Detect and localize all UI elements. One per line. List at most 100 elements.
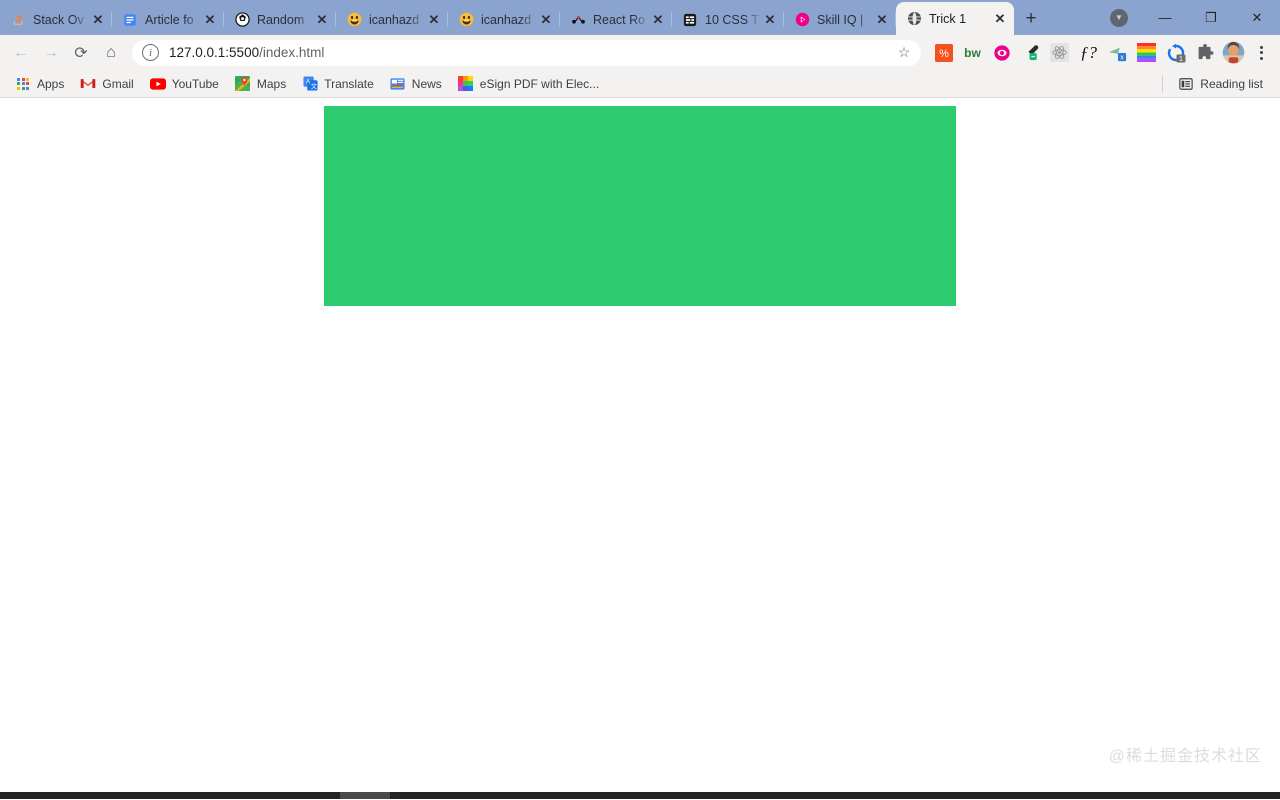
new-tab-button[interactable]: +: [1014, 3, 1048, 33]
browser-tab-strip: Stack Ov ✕ Article fo ✕ Random ✕ icanhaz…: [0, 0, 1280, 35]
watermark-text: @稀土掘金技术社区: [1108, 748, 1262, 765]
tab-title: Skill IQ |: [817, 12, 864, 27]
home-button[interactable]: ⌂: [96, 38, 126, 68]
close-window-button[interactable]: ✕: [1234, 2, 1280, 34]
bookmark-translate[interactable]: A文 Translate: [295, 73, 381, 95]
svg-text:x: x: [1120, 52, 1124, 61]
browser-tab[interactable]: icanhazd ✕: [448, 4, 560, 35]
browser-tab[interactable]: 10 CSS T ✕: [672, 4, 784, 35]
bookmark-news[interactable]: News: [383, 73, 449, 95]
tab-title: Random: [257, 12, 305, 27]
stackoverflow-favicon: [10, 12, 26, 28]
sync-extension-icon[interactable]: 1: [1161, 38, 1190, 67]
tab-title: icanhazd: [481, 12, 532, 27]
bookmarks-bar: Apps Gmail YouTube Maps A文 Translate New…: [0, 70, 1280, 98]
reading-list-label: Reading list: [1200, 76, 1263, 91]
bookmark-youtube[interactable]: YouTube: [143, 73, 226, 95]
document-favicon: [122, 12, 138, 28]
bookmark-label: News: [411, 76, 442, 91]
percent-extension-icon[interactable]: %: [929, 38, 958, 67]
puzzle-extension-icon[interactable]: [1190, 38, 1219, 67]
bw-extension-icon[interactable]: bw: [958, 38, 987, 67]
maps-icon: [235, 76, 251, 92]
browser-tab-active[interactable]: Trick 1 ✕: [896, 2, 1014, 35]
tab-list: Stack Ov ✕ Article fo ✕ Random ✕ icanhaz…: [0, 0, 1014, 35]
browser-tab[interactable]: React Ro ✕: [560, 4, 672, 35]
window-controls: ▼ — ❐ ✕: [1096, 0, 1280, 35]
site-info-icon[interactable]: i: [142, 44, 159, 61]
bookmark-label: Maps: [256, 76, 287, 91]
tab-close-icon[interactable]: ✕: [90, 12, 106, 28]
green-rectangle: [324, 106, 956, 306]
bookmark-label: eSign PDF with Elec...: [479, 76, 600, 91]
tab-title: Trick 1: [929, 11, 967, 26]
news-icon: [390, 76, 406, 92]
eye-extension-icon[interactable]: [987, 38, 1016, 67]
extension-icons: % bw ƒ? x 1: [929, 38, 1274, 67]
bookmarks-bar-right: Reading list: [1158, 73, 1272, 95]
react-router-favicon: [570, 12, 586, 28]
reading-list-button[interactable]: Reading list: [1171, 73, 1270, 95]
address-bar-url: 127.0.0.1:5500/index.html: [169, 45, 891, 60]
bookmark-maps[interactable]: Maps: [228, 73, 293, 95]
tab-title: React Ro: [593, 12, 646, 27]
reading-list-icon: [1178, 76, 1194, 92]
eyedropper-extension-icon[interactable]: [1016, 38, 1045, 67]
tab-title: 10 CSS T: [705, 12, 759, 27]
avatar[interactable]: [1219, 38, 1248, 67]
bookmark-label: Apps: [37, 76, 65, 91]
bookmarks-divider: [1162, 75, 1164, 92]
esign-icon: [458, 76, 474, 92]
youtube-icon: [149, 76, 166, 92]
browser-toolbar: ← → ⟳ ⌂ i 127.0.0.1:5500/index.html ☆ % …: [0, 35, 1280, 70]
tab-close-icon[interactable]: ✕: [426, 12, 442, 28]
tab-close-icon[interactable]: ✕: [538, 12, 554, 28]
profile-chevron-icon[interactable]: ▼: [1096, 2, 1142, 34]
back-button[interactable]: ←: [6, 38, 36, 68]
bookmark-gmail[interactable]: Gmail: [73, 73, 140, 95]
page-viewport: @稀土掘金技术社区: [0, 98, 1280, 799]
smiley-favicon: [346, 12, 362, 28]
browser-tab[interactable]: Random ✕: [224, 4, 336, 35]
tab-close-icon[interactable]: ✕: [650, 12, 666, 28]
browser-tab[interactable]: Skill IQ | ✕: [784, 4, 896, 35]
maximize-button[interactable]: ❐: [1188, 2, 1234, 34]
svg-text:文: 文: [311, 83, 317, 91]
browser-menu-button[interactable]: [1248, 39, 1274, 67]
fonts-extension-icon[interactable]: ƒ?: [1074, 38, 1103, 67]
bookmark-esign-pdf[interactable]: eSign PDF with Elec...: [451, 73, 606, 95]
random-favicon: [234, 12, 250, 28]
browser-tab[interactable]: icanhazd ✕: [336, 4, 448, 35]
chevron-down-icon: ▼: [1110, 8, 1128, 27]
excel-extension-icon[interactable]: x: [1103, 38, 1132, 67]
forward-button[interactable]: →: [36, 38, 66, 68]
reload-button[interactable]: ⟳: [66, 38, 96, 68]
browser-tab[interactable]: Article fo ✕: [112, 4, 224, 35]
tab-close-icon[interactable]: ✕: [314, 12, 330, 28]
tab-title: Article fo: [145, 12, 194, 27]
gmail-icon: [80, 76, 96, 92]
tab-close-icon[interactable]: ✕: [762, 12, 778, 28]
browser-tab[interactable]: Stack Ov ✕: [0, 4, 112, 35]
css-tricks-favicon: [682, 12, 698, 28]
apps-grid-icon: [15, 76, 31, 92]
bookmark-apps[interactable]: Apps: [8, 73, 71, 95]
sync-badge-count: 1: [1178, 54, 1182, 63]
address-bar[interactable]: i 127.0.0.1:5500/index.html ☆: [132, 39, 921, 66]
bottom-strip: [0, 792, 1280, 799]
smiley-favicon: [458, 12, 474, 28]
minimize-button[interactable]: —: [1142, 2, 1188, 34]
rainbow-extension-icon[interactable]: [1132, 38, 1161, 67]
react-devtools-extension-icon[interactable]: [1045, 38, 1074, 67]
bookmark-label: YouTube: [171, 76, 219, 91]
tab-close-icon[interactable]: ✕: [202, 12, 218, 28]
svg-text:%: %: [939, 48, 949, 60]
tab-close-icon[interactable]: ✕: [992, 11, 1008, 27]
pluralsight-favicon: [794, 12, 810, 28]
tab-close-icon[interactable]: ✕: [874, 12, 890, 28]
globe-favicon: [906, 11, 922, 27]
tab-title: icanhazd: [369, 12, 420, 27]
bookmark-star-icon[interactable]: ☆: [891, 44, 917, 61]
menu-dot: [1259, 56, 1263, 60]
bookmark-label: Gmail: [102, 76, 134, 91]
